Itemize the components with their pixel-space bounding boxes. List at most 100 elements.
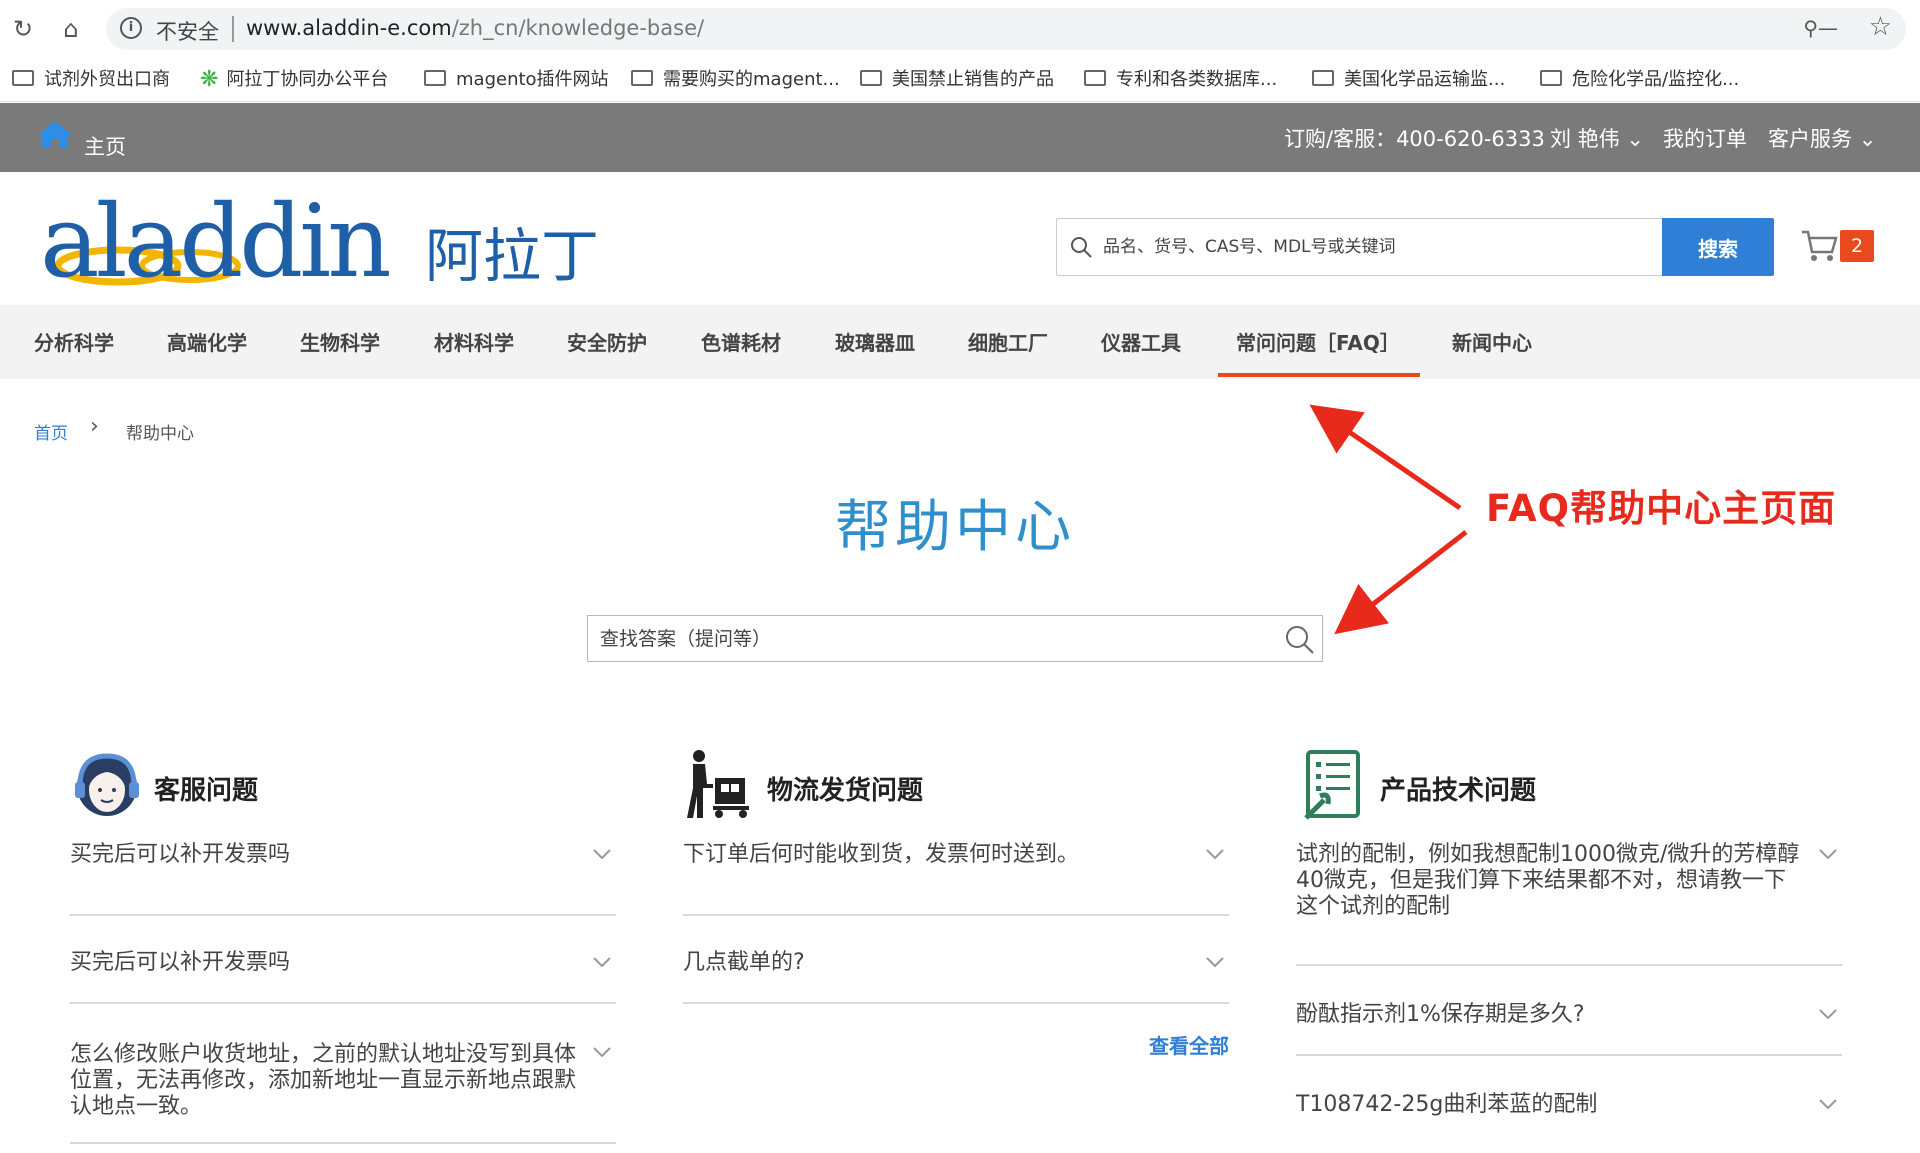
bookmark-item[interactable]: ❋ 阿拉丁协同办公平台 xyxy=(200,66,388,94)
nav-item-bio[interactable]: 生物科学 xyxy=(300,327,380,356)
product-search-input[interactable] xyxy=(1103,219,1703,275)
svg-text:阿拉丁: 阿拉丁 xyxy=(425,222,599,290)
search-button[interactable]: 搜索 xyxy=(1662,218,1774,276)
key-icon[interactable]: ⚲— xyxy=(1803,16,1838,40)
chevron-down-icon: ⌄ xyxy=(1858,127,1877,151)
folder-icon xyxy=(12,70,34,86)
folder-icon xyxy=(860,70,882,86)
security-label: 不安全 xyxy=(156,20,219,44)
faq-question-text: 试剂的配制，例如我想配制1000微克/微升的芳樟醇40微克，但是我们算下来结果都… xyxy=(1296,842,1800,919)
aladdin-logo[interactable]: aladdin 阿拉丁 xyxy=(40,194,640,294)
folder-icon xyxy=(1312,70,1334,86)
home-icon[interactable]: ⌂ xyxy=(56,14,86,44)
nav-item-instruments[interactable]: 仪器工具 xyxy=(1101,327,1181,356)
faq-question[interactable]: 买完后可以补开发票吗 xyxy=(70,916,616,1004)
bookmark-item[interactable]: magento插件网站 xyxy=(424,66,609,94)
bookmark-label: magento插件网站 xyxy=(456,69,609,90)
chevron-down-icon xyxy=(593,1047,611,1058)
faq-question[interactable]: 下订单后何时能收到货，发票何时送到。 xyxy=(683,828,1229,916)
browser-toolbar: ↻ ⌂ i 不安全 www.aladdin-e.com/zh_cn/knowle… xyxy=(0,0,1920,58)
folder-icon xyxy=(1540,70,1562,86)
address-bar[interactable]: i 不安全 www.aladdin-e.com/zh_cn/knowledge-… xyxy=(106,8,1906,50)
faq-question[interactable]: 酚酞指示剂1%保存期是多久? xyxy=(1296,966,1842,1056)
search-icon[interactable] xyxy=(1284,624,1316,656)
reload-icon[interactable]: ↻ xyxy=(8,14,38,44)
delivery-icon xyxy=(687,750,749,818)
faq-question[interactable]: 买完后可以补开发票吗 xyxy=(70,828,616,916)
column-title: 客服问题 xyxy=(154,776,259,806)
column-title: 产品技术问题 xyxy=(1380,776,1537,806)
url-text[interactable]: www.aladdin-e.com/zh_cn/knowledge-base/ xyxy=(246,16,704,40)
bookmark-label: 美国禁止销售的产品 xyxy=(892,69,1054,90)
shopping-cart-icon[interactable] xyxy=(1800,228,1838,262)
cart-count-badge[interactable]: 2 xyxy=(1840,230,1874,262)
annotation-label: FAQ帮助中心主页面 xyxy=(1486,487,1837,530)
site-header: aladdin 阿拉丁 搜索 2 xyxy=(0,172,1920,305)
home-label: 主页 xyxy=(84,135,126,159)
faq-question[interactable]: 几点截单的? xyxy=(683,916,1229,1004)
tech-checklist-icon xyxy=(1304,750,1360,820)
house-icon xyxy=(38,121,72,147)
bookmark-label: 美国化学品运输监... xyxy=(1344,69,1506,90)
info-icon[interactable]: i xyxy=(120,17,142,39)
nav-item-faq[interactable]: 常问问题［FAQ］ xyxy=(1236,327,1400,356)
bookmark-label: 阿拉丁协同办公平台 xyxy=(226,69,389,90)
faq-question[interactable]: 试剂的配制，例如我想配制1000微克/微升的芳樟醇40微克，但是我们算下来结果都… xyxy=(1296,828,1842,966)
breadcrumb-home[interactable]: 首页 xyxy=(34,419,68,444)
faq-question-text: 几点截单的? xyxy=(683,950,805,975)
gear-icon: ❋ xyxy=(200,67,219,92)
faq-question-text: 酚酞指示剂1%保存期是多久? xyxy=(1296,1002,1585,1027)
customer-service-menu[interactable]: 客户服务 ⌄ xyxy=(1768,123,1876,153)
faq-question[interactable]: 怎么修改账户收货地址，之前的默认地址没写到具体位置，无法再修改，添加新地址一直显… xyxy=(70,1004,616,1144)
folder-icon xyxy=(424,70,446,86)
customer-service-icon xyxy=(75,753,139,816)
faq-question-text: 下订单后何时能收到货，发票何时送到。 xyxy=(683,842,1080,867)
nav-item-materials[interactable]: 材料科学 xyxy=(434,327,514,356)
folder-icon xyxy=(1084,70,1106,86)
folder-icon xyxy=(631,70,653,86)
chevron-right-icon: › xyxy=(90,414,99,439)
nav-item-glassware[interactable]: 玻璃器皿 xyxy=(835,327,915,356)
bookmark-item[interactable]: 美国化学品运输监... xyxy=(1312,66,1505,94)
search-icon xyxy=(1071,237,1092,258)
bookmark-label: 需要购买的magent... xyxy=(663,69,840,90)
nav-item-cell-factory[interactable]: 细胞工厂 xyxy=(968,327,1048,356)
chevron-down-icon xyxy=(593,957,611,968)
nav-item-chromatography[interactable]: 色谱耗材 xyxy=(701,327,781,356)
bookmarks-bar: 试剂外贸出口商 ❋ 阿拉丁协同办公平台 magento插件网站 需要购买的mage… xyxy=(0,58,1920,102)
bookmark-star-icon[interactable]: ☆ xyxy=(1869,12,1892,42)
chevron-down-icon: ⌄ xyxy=(1626,127,1644,151)
bookmark-label: 试剂外贸出口商 xyxy=(44,69,170,90)
nav-item-news[interactable]: 新闻中心 xyxy=(1452,327,1532,356)
product-search: 搜索 xyxy=(1056,218,1774,276)
bookmark-item[interactable]: 美国禁止销售的产品 xyxy=(860,66,1054,94)
breadcrumb-current: 帮助中心 xyxy=(126,424,194,444)
faq-column-logistics: 物流发货问题 下订单后何时能收到货，发票何时送到。 几点截单的? 查看全部 xyxy=(683,748,1229,1058)
faq-question[interactable]: T108742-25g曲利苯蓝的配制 xyxy=(1296,1056,1842,1146)
faq-question-text: 怎么修改账户收货地址，之前的默认地址没写到具体位置，无法再修改，添加新地址一直显… xyxy=(70,1042,577,1119)
divider xyxy=(232,16,234,42)
bookmark-item[interactable]: 专利和各类数据库... xyxy=(1084,66,1277,94)
faq-column-customer-service: 客服问题 买完后可以补开发票吗 买完后可以补开发票吗 怎么修改账户收货地址，之前… xyxy=(70,748,616,1144)
view-all-link[interactable]: 查看全部 xyxy=(1149,1030,1229,1059)
faq-question-text: 买完后可以补开发票吗 xyxy=(70,842,291,867)
chevron-down-icon xyxy=(1819,1009,1837,1020)
column-title: 物流发货问题 xyxy=(767,776,924,806)
nav-item-chemistry[interactable]: 高端化学 xyxy=(167,327,247,356)
bookmark-item[interactable]: 试剂外贸出口商 xyxy=(12,66,170,94)
faq-search-input[interactable] xyxy=(600,616,1260,661)
bookmark-item[interactable]: 需要购买的magent... xyxy=(631,66,840,94)
user-menu[interactable]: 刘 艳伟 ⌄ xyxy=(1550,123,1644,153)
chevron-down-icon xyxy=(1819,849,1837,860)
chevron-down-icon xyxy=(1819,1099,1837,1110)
nav-item-safety[interactable]: 安全防护 xyxy=(567,327,647,356)
bookmark-item[interactable]: 危险化学品/监控化... xyxy=(1540,66,1739,94)
my-orders-link[interactable]: 我的订单 xyxy=(1663,123,1747,153)
faq-search xyxy=(587,615,1323,662)
nav-item-analytical[interactable]: 分析科学 xyxy=(34,327,114,356)
bookmark-label: 专利和各类数据库... xyxy=(1116,69,1278,90)
svg-text:aladdin: aladdin xyxy=(40,194,389,294)
faq-column-technical: 产品技术问题 试剂的配制，例如我想配制1000微克/微升的芳樟醇40微克，但是我… xyxy=(1296,748,1842,1146)
chevron-down-icon xyxy=(1206,849,1224,860)
phone-text: 订购/客服：400-620-6333 xyxy=(1284,127,1545,151)
